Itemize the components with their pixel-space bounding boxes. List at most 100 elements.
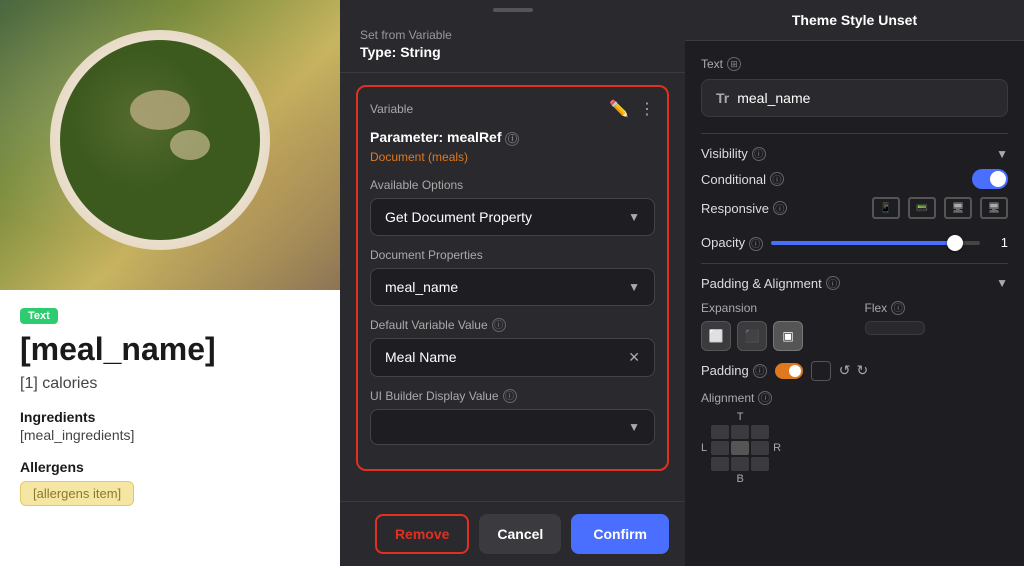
- salad-accent2: [170, 130, 210, 160]
- align-cell-tl[interactable]: [711, 425, 729, 439]
- desktop-large-device-icon[interactable]: 🖥: [980, 197, 1008, 219]
- more-options-icon-button[interactable]: ⋮: [639, 99, 655, 119]
- section-header: Variable ✏️ ⋮: [370, 99, 655, 119]
- conditional-row: Conditional ⓘ: [701, 169, 1008, 189]
- default-variable-value: Meal Name: [385, 349, 457, 365]
- available-options-dropdown[interactable]: Get Document Property ▼: [370, 198, 655, 236]
- visibility-label: Visibility ⓘ: [701, 146, 766, 161]
- confirm-button[interactable]: Confirm: [571, 514, 669, 554]
- parameter-info-icon: ⓘ: [505, 132, 519, 146]
- align-cell-ml[interactable]: [711, 441, 729, 455]
- conditional-toggle[interactable]: [972, 169, 1008, 189]
- align-cell-bc[interactable]: [731, 457, 749, 471]
- conditional-info-icon: ⓘ: [770, 172, 784, 186]
- text-type-icon: Tr: [716, 90, 729, 106]
- flex-input[interactable]: [865, 321, 925, 335]
- ingredients-value: [meal_ingredients]: [20, 427, 320, 443]
- expansion-option-3[interactable]: ▣: [773, 321, 803, 351]
- available-options-label: Available Options: [370, 178, 655, 192]
- divider-2: [701, 263, 1008, 264]
- opacity-slider-thumb[interactable]: [947, 235, 963, 251]
- visibility-chevron-icon[interactable]: ▼: [996, 147, 1008, 161]
- expansion-label: Expansion: [701, 301, 845, 315]
- remove-button[interactable]: Remove: [375, 514, 469, 554]
- mobile-device-icon[interactable]: 📱: [872, 197, 900, 219]
- text-info-icon: ⊞: [727, 57, 741, 71]
- opacity-value: 1: [988, 235, 1008, 250]
- calories-text: [1] calories: [20, 375, 320, 393]
- align-cell-tc[interactable]: [731, 425, 749, 439]
- undo-icon[interactable]: ↺: [839, 362, 851, 379]
- document-source: Document (meals): [370, 150, 655, 164]
- text-badge: Text: [20, 308, 58, 324]
- theme-style-title: Theme Style Unset: [701, 12, 1008, 28]
- food-image: [0, 0, 340, 290]
- document-properties-chevron-icon: ▼: [628, 280, 640, 294]
- salad-greens: [60, 40, 260, 240]
- middle-panel: Set from Variable Type: String Variable …: [340, 0, 685, 566]
- expansion-option-1[interactable]: ⬜: [701, 321, 731, 351]
- allergens-label: Allergens: [20, 459, 320, 475]
- available-options-group: Available Options Get Document Property …: [370, 178, 655, 236]
- responsive-row: Responsive ⓘ 📱 📟 🖥 🖥: [701, 197, 1008, 219]
- padding-option-icon[interactable]: [811, 361, 831, 381]
- align-cell-mr[interactable]: [751, 441, 769, 455]
- padding-alignment-header: Padding & Alignment ⓘ ▼: [701, 276, 1008, 291]
- ui-builder-group: UI Builder Display Value ⓘ ▼: [370, 389, 655, 445]
- expansion-option-2[interactable]: ⬛: [737, 321, 767, 351]
- padding-alignment-chevron-icon[interactable]: ▼: [996, 276, 1008, 290]
- variable-section: Variable ✏️ ⋮ Parameter: mealRef ⓘ Docum…: [356, 85, 669, 471]
- expansion-buttons: ⬜ ⬛ ▣: [701, 321, 845, 351]
- padding-alignment-section: Padding & Alignment ⓘ ▼ Expansion ⬜ ⬛ ▣: [701, 276, 1008, 485]
- meal-name-display: [meal_name]: [20, 332, 320, 367]
- text-property-label: Text ⊞: [701, 57, 1008, 71]
- visibility-section: Visibility ⓘ ▼ Conditional ⓘ Responsive …: [701, 146, 1008, 219]
- align-cell-br[interactable]: [751, 457, 769, 471]
- edit-icon-button[interactable]: ✏️: [609, 99, 629, 119]
- flex-label: Flex ⓘ: [865, 301, 1009, 315]
- salad-plate: [50, 30, 270, 250]
- available-options-value: Get Document Property: [385, 209, 532, 225]
- expansion-flex-row: Expansion ⬜ ⬛ ▣ Flex ⓘ: [701, 301, 1008, 351]
- align-cell-bl[interactable]: [711, 457, 729, 471]
- default-variable-info-icon: ⓘ: [492, 318, 506, 332]
- cancel-button[interactable]: Cancel: [479, 514, 561, 554]
- desktop-small-device-icon[interactable]: 🖥: [944, 197, 972, 219]
- visibility-row: Visibility ⓘ ▼: [701, 146, 1008, 161]
- right-panel: Theme Style Unset Text ⊞ Tr meal_name Vi…: [685, 0, 1024, 566]
- padding-alignment-info-icon: ⓘ: [826, 276, 840, 290]
- align-cell-mc[interactable]: [731, 441, 749, 455]
- preview-card: Text [meal_name] [1] calories Ingredient…: [0, 290, 340, 566]
- opacity-slider-container: [771, 241, 980, 245]
- align-T-label: T: [737, 411, 744, 423]
- default-variable-input[interactable]: Meal Name ✕: [370, 338, 655, 377]
- tablet-device-icon[interactable]: 📟: [908, 197, 936, 219]
- document-properties-group: Document Properties meal_name ▼: [370, 248, 655, 306]
- right-content: Text ⊞ Tr meal_name Visibility ⓘ ▼ Condi…: [685, 41, 1024, 566]
- text-value-box[interactable]: Tr meal_name: [701, 79, 1008, 117]
- undo-redo-icons: ↺ ↻: [839, 362, 868, 379]
- default-variable-group: Default Variable Value ⓘ Meal Name ✕: [370, 318, 655, 377]
- conditional-label: Conditional ⓘ: [701, 172, 784, 187]
- ui-builder-dropdown[interactable]: ▼: [370, 409, 655, 445]
- responsive-info-icon: ⓘ: [773, 201, 787, 215]
- opacity-info-icon: ⓘ: [749, 237, 763, 251]
- salad-accent: [130, 90, 190, 130]
- clear-default-variable-button[interactable]: ✕: [628, 349, 640, 366]
- variable-section-label: Variable: [370, 102, 413, 116]
- ui-builder-chevron-icon: ▼: [628, 420, 640, 434]
- alignment-center: T B: [711, 411, 769, 485]
- align-B-label: B: [736, 473, 743, 485]
- padding-controls: Padding ⓘ ↺ ↻: [701, 361, 1008, 381]
- align-cell-tr[interactable]: [751, 425, 769, 439]
- redo-icon[interactable]: ↻: [856, 362, 868, 379]
- padding-toggle[interactable]: [775, 363, 803, 379]
- opacity-slider[interactable]: [771, 241, 980, 245]
- document-properties-label: Document Properties: [370, 248, 655, 262]
- alignment-label: Alignment ⓘ: [701, 391, 1008, 405]
- document-properties-dropdown[interactable]: meal_name ▼: [370, 268, 655, 306]
- padding-info-icon: ⓘ: [753, 364, 767, 378]
- responsive-label: Responsive ⓘ: [701, 201, 787, 216]
- allergens-badge: [allergens item]: [20, 481, 134, 506]
- align-L-label: L: [701, 442, 707, 454]
